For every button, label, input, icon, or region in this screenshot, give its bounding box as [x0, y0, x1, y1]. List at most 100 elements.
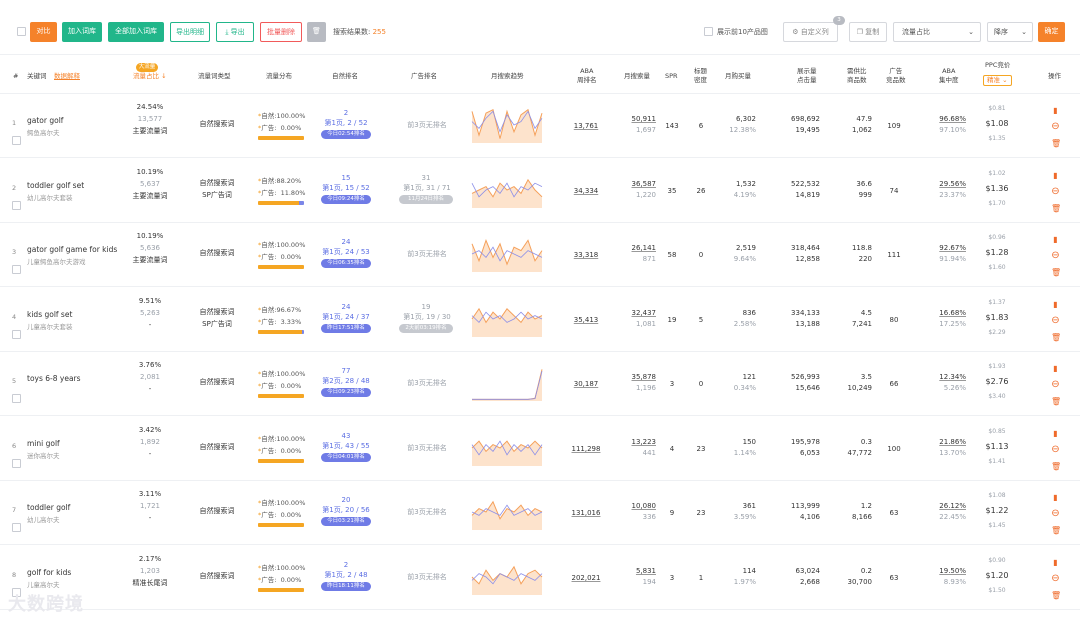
sort-field-select[interactable]: 流量占比 ⌄	[893, 22, 981, 42]
impressions: 195,978	[791, 438, 820, 446]
organic-share: *自然:100.00%	[258, 564, 306, 572]
data-explain-link[interactable]: 数据解释	[54, 72, 80, 81]
table-row: 3 gator golf game for kids 儿童鳄鱼高尔夫游戏 10.19%…	[0, 223, 1080, 287]
monthly-search: 10,080	[631, 502, 657, 510]
header-monthly-purchase: 月购买量	[725, 72, 751, 80]
add-to-library-button[interactable]: 加入词库	[62, 22, 102, 42]
organic-rank-position: 24	[341, 238, 351, 246]
keyword-text[interactable]: toddler golf set	[27, 181, 84, 190]
keyword-translation: 幼儿高尔夫	[27, 516, 60, 524]
ad-rank-none: 前3页无排名	[407, 121, 447, 129]
ppc-low: $0.96	[988, 234, 1006, 241]
table-header: # 关键词 数据解释 大流量 流量占比 ↓ 流量词类型 流量分布 自然排名 广告…	[0, 54, 1080, 94]
clicks: 4,106	[799, 513, 820, 521]
chart-icon[interactable]: ▮	[1051, 493, 1060, 502]
trash-icon[interactable]: 🗑	[1051, 526, 1061, 535]
spr-value: 58	[667, 251, 677, 259]
organic-rank-time-badge: 今日04:01排名	[321, 453, 371, 462]
row-checkbox[interactable]	[12, 201, 21, 210]
chart-icon[interactable]: ▮	[1051, 558, 1060, 567]
monthly-search: 50,911	[631, 115, 657, 123]
product-count: 47,772	[847, 449, 873, 457]
keyword-text[interactable]: gator golf	[27, 116, 63, 125]
ad-rank-none: 前3页无排名	[407, 508, 447, 516]
organic-share: *自然:88.20%	[258, 177, 302, 185]
clicks: 6,053	[799, 449, 820, 457]
remove-icon[interactable]: ⊖	[1051, 251, 1060, 261]
chart-icon[interactable]: ▮	[1051, 171, 1060, 180]
row-checkbox[interactable]	[12, 265, 21, 274]
top10-checkbox[interactable]	[704, 27, 713, 36]
keyword-text[interactable]: gator golf game for kids	[27, 245, 117, 254]
row-checkbox[interactable]	[12, 459, 21, 468]
keyword-text[interactable]: golf for kids	[27, 568, 71, 577]
trash-icon[interactable]: 🗑	[1051, 591, 1061, 600]
row-checkbox[interactable]	[12, 136, 21, 145]
compare-button[interactable]: 对比	[30, 22, 57, 42]
monthly-purchase: 114	[742, 567, 756, 575]
trash-icon[interactable]: 🗑	[1051, 204, 1061, 213]
table-row: 8 golf for kids 儿童高尔夫 2.17% 1,203 精准长尾词 自然搜索词 *…	[0, 546, 1080, 610]
keyword-text[interactable]: toys 6-8 years	[27, 374, 81, 383]
daily-search: 1,196	[635, 384, 656, 392]
row-index: 5	[12, 377, 17, 385]
add-all-to-library-button[interactable]: 全部加入词库	[108, 22, 164, 42]
daily-search: 336	[642, 513, 656, 521]
table-row: 7 toddler golf 幼儿高尔夫 3.11% 1,721 - 自然搜索词 *自然:10…	[0, 481, 1080, 545]
purchase-rate: 12.38%	[729, 126, 756, 134]
remove-icon[interactable]: ⊖	[1051, 509, 1060, 519]
product-count: 220	[858, 255, 872, 263]
custom-columns-button[interactable]: ⚙ 自定义列	[783, 22, 838, 42]
row-checkbox[interactable]	[12, 330, 21, 339]
organic-rank-position: 2	[343, 109, 349, 117]
trash-icon[interactable]: 🗑	[1051, 333, 1061, 342]
organic-share: *自然:100.00%	[258, 241, 306, 249]
chart-icon[interactable]: ▮	[1051, 364, 1060, 373]
remove-icon[interactable]: ⊖	[1051, 122, 1060, 132]
traffic-dist-bar	[258, 459, 304, 463]
word-tag: 主要流量词	[132, 192, 168, 200]
keyword-text[interactable]: kids golf set	[27, 310, 72, 319]
aba-concentration: 29.56%	[939, 180, 966, 188]
trash-icon[interactable]: 🗑	[1051, 397, 1061, 406]
aba-rank: 111,298	[571, 445, 601, 453]
remove-icon[interactable]: ⊖	[1051, 574, 1060, 584]
copy-button[interactable]: ❐ 复制	[849, 22, 887, 42]
chart-icon[interactable]: ▮	[1051, 235, 1060, 244]
remove-icon[interactable]: ⊖	[1051, 316, 1060, 326]
traffic-dist-bar	[258, 588, 304, 592]
traffic-dist-bar	[258, 330, 304, 334]
trash-icon[interactable]: 🗑	[1051, 268, 1061, 277]
trend-area	[472, 308, 542, 337]
header-traffic-share[interactable]: 流量占比 ↓	[133, 72, 167, 81]
row-index: 3	[12, 248, 17, 256]
product-count: 7,241	[851, 320, 872, 328]
spr-value: 9	[669, 509, 675, 517]
chart-icon[interactable]: ▮	[1051, 106, 1060, 115]
batch-delete-button[interactable]: 批量删除	[260, 22, 302, 42]
ads-count: 109	[887, 122, 901, 130]
export-detail-button[interactable]: 导出明细	[170, 22, 210, 42]
confirm-button[interactable]: 确定	[1038, 22, 1065, 42]
remove-icon[interactable]: ⊖	[1051, 380, 1060, 390]
chart-icon[interactable]: ▮	[1051, 300, 1060, 309]
trash-icon[interactable]: 🗑	[1051, 462, 1061, 471]
trash-icon: 🗑	[312, 27, 321, 35]
organic-rank-position: 43	[341, 432, 351, 440]
trash-button[interactable]: 🗑	[307, 22, 326, 42]
row-checkbox[interactable]	[12, 394, 21, 403]
trash-icon[interactable]: 🗑	[1051, 139, 1061, 148]
row-checkbox[interactable]	[12, 523, 21, 532]
remove-icon[interactable]: ⊖	[1051, 187, 1060, 197]
export-button[interactable]: ⤓ 导出	[216, 22, 254, 42]
chart-icon[interactable]: ▮	[1051, 429, 1060, 438]
keyword-text[interactable]: mini golf	[27, 439, 60, 448]
word-type: 自然搜索词	[199, 378, 235, 386]
header-keyword: 关键词	[27, 72, 47, 80]
sort-order-select[interactable]: 降序 ⌄	[987, 22, 1033, 42]
remove-icon[interactable]: ⊖	[1051, 445, 1060, 455]
select-all-checkbox[interactable]	[17, 27, 26, 36]
ppc-mode-select[interactable]: 精准 ⌄	[983, 75, 1012, 86]
keyword-text[interactable]: toddler golf	[27, 503, 70, 512]
watermark: 大数跨境	[8, 594, 84, 615]
